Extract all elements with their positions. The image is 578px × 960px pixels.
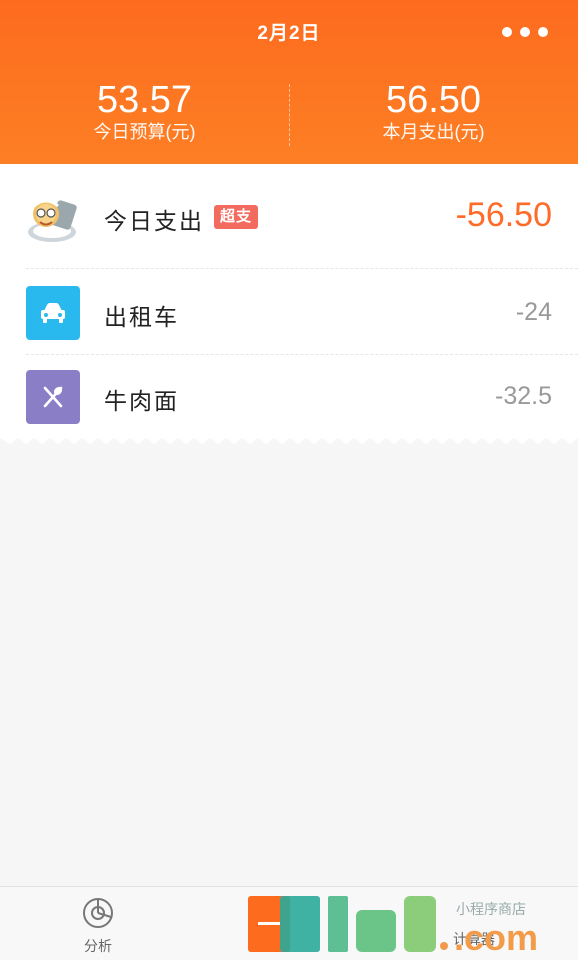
expense-row-noodles[interactable]: 牛肉面 -32.5	[0, 354, 578, 438]
utensils-icon	[43, 386, 63, 408]
today-budget-value: 53.57	[96, 79, 193, 121]
overspend-badge: 超支	[214, 205, 259, 229]
expense-name: 牛肉面	[104, 388, 179, 414]
today-spend-amount: -56.50	[455, 196, 552, 234]
tab-analysis-label: 分析	[84, 938, 112, 954]
header: 2月2日 53.57 今日预算(元) 56.50 本月支出(元)	[0, 0, 578, 164]
watermark-text: .com	[454, 917, 538, 956]
watermark-subtext: 小程序商店	[456, 902, 526, 918]
month-spend-label: 本月支出(元)	[382, 122, 485, 142]
today-budget-stat: 53.57 今日预算(元)	[0, 80, 289, 144]
today-spend-label: 今日支出	[104, 208, 204, 234]
month-spend-stat: 56.50 本月支出(元)	[289, 80, 578, 144]
more-dot-icon	[520, 27, 530, 37]
more-menu-button[interactable]	[502, 26, 548, 38]
expense-amount: -32.5	[495, 382, 552, 410]
today-budget-label: 今日预算(元)	[93, 122, 196, 142]
more-dot-icon	[502, 27, 512, 37]
pie-chart-icon	[83, 898, 113, 928]
month-spend-value: 56.50	[385, 79, 482, 121]
site-watermark-logo: .com 小程序商店	[248, 896, 538, 956]
taxi-icon-box	[26, 286, 80, 340]
expense-row-taxi[interactable]: 出租车 -24	[0, 270, 578, 354]
tab-analysis[interactable]: 分析	[58, 897, 138, 956]
date-title: 2月2日	[257, 23, 321, 44]
more-dot-icon	[538, 27, 548, 37]
car-icon	[41, 303, 65, 323]
grandpa-avatar-icon	[28, 199, 77, 242]
expense-name: 出租车	[104, 304, 179, 330]
row-divider	[26, 268, 578, 269]
noodles-icon-box	[26, 370, 80, 424]
expense-amount: -24	[515, 298, 552, 326]
today-spend-row[interactable]: 今日支出 超支 -56.50	[0, 164, 578, 268]
